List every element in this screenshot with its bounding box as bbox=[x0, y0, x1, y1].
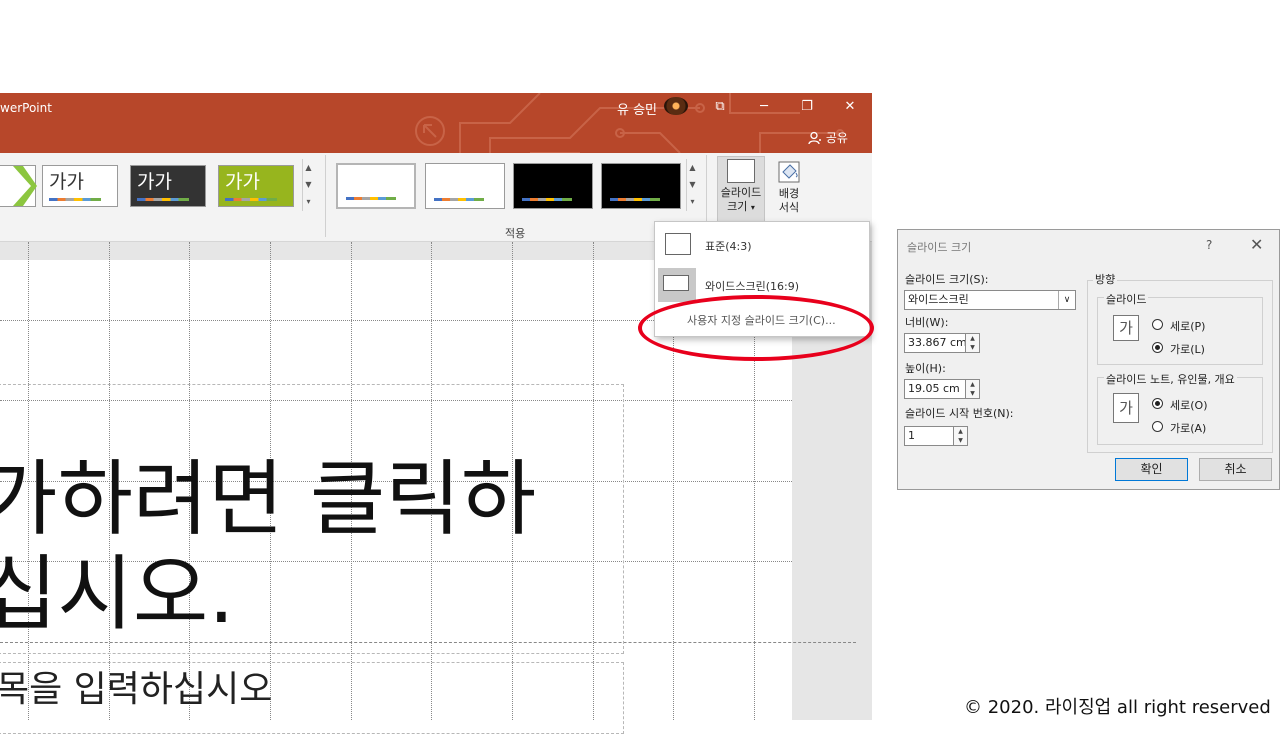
theme-thumbnail[interactable]: 가가 bbox=[130, 165, 206, 207]
landscape-orientation-icon: 가 bbox=[1113, 315, 1139, 341]
help-button[interactable]: ? bbox=[1206, 238, 1212, 252]
scroll-down-icon[interactable]: ▼ bbox=[303, 176, 314, 193]
share-button[interactable]: 공유 bbox=[808, 129, 848, 146]
variant-color-bars bbox=[610, 198, 660, 201]
notes-landscape-label[interactable]: 가로(A) bbox=[1170, 420, 1206, 436]
minimize-button[interactable]: ─ bbox=[744, 95, 784, 119]
user-name[interactable]: 유 승민 bbox=[617, 99, 657, 118]
ribbon-display-options-button[interactable]: ⧉ bbox=[700, 95, 740, 119]
theme-sample-text: 가가 bbox=[49, 171, 84, 193]
spin-down-icon[interactable]: ▼ bbox=[966, 343, 979, 352]
scroll-up-icon[interactable]: ▲ bbox=[303, 159, 314, 176]
start-number-input[interactable]: 1 bbox=[904, 426, 954, 446]
portrait-orientation-icon: 가 bbox=[1113, 393, 1139, 423]
menu-item-label: 와이드스크린(16:9) bbox=[705, 280, 800, 293]
spin-up-icon[interactable]: ▲ bbox=[966, 380, 979, 389]
spin-up-icon[interactable]: ▲ bbox=[954, 427, 967, 436]
slides-landscape-label[interactable]: 가로(L) bbox=[1170, 341, 1205, 357]
format-bg-label-2: 서식 bbox=[778, 201, 800, 214]
menu-item-standard[interactable]: 표준(4:3) bbox=[655, 224, 869, 264]
variant-color-bars bbox=[346, 197, 396, 200]
title-placeholder-text: 가하려면 클릭하 십시오. bbox=[0, 452, 536, 642]
slide-size-value: 와이드스크린 bbox=[908, 293, 969, 306]
notes-portrait-label[interactable]: 세로(O) bbox=[1170, 397, 1207, 413]
slide-size-dialog: 슬라이드 크기 ? ✕ 슬라이드 크기(S): 와이드스크린 ∨ 너비(W): … bbox=[897, 229, 1280, 490]
theme-sample-text: 가가 bbox=[137, 171, 172, 193]
ok-button[interactable]: 확인 bbox=[1115, 458, 1188, 481]
green-chevron-decoration bbox=[13, 166, 37, 206]
notes-group-label: 슬라이드 노트, 유인물, 개요 bbox=[1104, 371, 1237, 387]
height-spinner[interactable]: ▲ ▼ bbox=[966, 379, 980, 399]
slide-size-button[interactable]: 슬라이드 크기 ▾ bbox=[717, 156, 765, 222]
theme-color-bars bbox=[137, 198, 189, 201]
theme-thumbnail-partial[interactable] bbox=[0, 165, 37, 207]
height-input[interactable]: 19.05 cm bbox=[904, 379, 966, 399]
chevron-down-icon[interactable]: ∨ bbox=[1058, 291, 1075, 309]
format-background-button[interactable]: 배경 서식 bbox=[765, 156, 813, 222]
width-input[interactable]: 33.867 cm bbox=[904, 333, 966, 353]
slide-size-label-2: 크기 bbox=[727, 200, 748, 213]
width-spinner[interactable]: ▲ ▼ bbox=[966, 333, 980, 353]
widescreen-ratio-icon bbox=[663, 275, 689, 291]
menu-item-label: 표준(4:3) bbox=[705, 240, 752, 253]
app-title: werPoint bbox=[0, 101, 52, 115]
slides-portrait-label[interactable]: 세로(P) bbox=[1170, 318, 1205, 334]
variants-gallery-scroll[interactable]: ▲ ▼ ▾ bbox=[686, 159, 698, 211]
variants-group-label: 적용 bbox=[505, 227, 526, 240]
start-number-label: 슬라이드 시작 번호(N): bbox=[905, 407, 1014, 420]
notes-portrait-radio[interactable] bbox=[1152, 398, 1163, 409]
gallery-more-icon[interactable]: ▾ bbox=[687, 193, 698, 210]
width-label: 너비(W): bbox=[905, 316, 949, 329]
slide-size-select[interactable]: 와이드스크린 ∨ bbox=[904, 290, 1076, 310]
orientation-label: 방향 bbox=[1093, 271, 1118, 287]
variant-thumbnail[interactable] bbox=[425, 163, 505, 209]
size-label: 슬라이드 크기(S): bbox=[905, 273, 989, 286]
standard-ratio-icon bbox=[665, 233, 691, 255]
variant-thumbnail[interactable] bbox=[601, 163, 681, 209]
restore-button[interactable]: ❐ bbox=[787, 95, 827, 119]
notes-landscape-radio[interactable] bbox=[1152, 421, 1163, 432]
title-bar: werPoint 유 승민 ⧉ ─ ❐ ✕ 공유 bbox=[0, 93, 872, 153]
height-label: 높이(H): bbox=[905, 362, 946, 375]
variant-thumbnail[interactable] bbox=[513, 163, 593, 209]
themes-gallery-scroll[interactable]: ▲ ▼ ▾ bbox=[302, 159, 314, 211]
theme-sample-text: 가가 bbox=[225, 171, 260, 193]
slide-size-label: 슬라이드 bbox=[720, 186, 762, 199]
title-line-2: 십시오. bbox=[0, 547, 235, 642]
share-label: 공유 bbox=[825, 131, 848, 145]
variant-thumbnail[interactable] bbox=[336, 163, 416, 209]
slide-size-icon bbox=[727, 159, 755, 183]
scroll-up-icon[interactable]: ▲ bbox=[687, 159, 698, 176]
close-button[interactable]: ✕ bbox=[830, 95, 870, 119]
highlight-ellipse bbox=[638, 295, 874, 361]
copyright-text: © 2020. 라이징업 all right reserved bbox=[964, 697, 1271, 718]
variant-color-bars bbox=[434, 198, 484, 201]
dialog-title: 슬라이드 크기 bbox=[907, 241, 972, 254]
theme-thumbnail[interactable]: 가가 bbox=[218, 165, 294, 207]
spin-up-icon[interactable]: ▲ bbox=[966, 334, 979, 343]
scroll-down-icon[interactable]: ▼ bbox=[687, 176, 698, 193]
slides-portrait-radio[interactable] bbox=[1152, 319, 1163, 330]
theme-thumbnail[interactable]: 가가 bbox=[42, 165, 118, 207]
cancel-button[interactable]: 취소 bbox=[1199, 458, 1272, 481]
theme-color-bars bbox=[49, 198, 101, 201]
person-icon bbox=[808, 131, 821, 145]
gallery-more-icon[interactable]: ▾ bbox=[303, 193, 314, 210]
group-divider bbox=[325, 155, 326, 237]
avatar[interactable] bbox=[664, 97, 688, 115]
slides-landscape-radio[interactable] bbox=[1152, 342, 1163, 353]
subtitle-placeholder-text: 목을 입력하십시오 bbox=[0, 669, 273, 710]
start-number-spinner[interactable]: ▲ ▼ bbox=[954, 426, 968, 446]
slides-group-label: 슬라이드 bbox=[1104, 291, 1149, 307]
title-line-1: 가하려면 클릭하 bbox=[0, 452, 537, 547]
spin-down-icon[interactable]: ▼ bbox=[954, 436, 967, 445]
format-bg-label: 배경 bbox=[778, 187, 800, 200]
spin-down-icon[interactable]: ▼ bbox=[966, 389, 979, 398]
chevron-down-icon: ▾ bbox=[750, 203, 755, 212]
theme-color-bars bbox=[225, 198, 277, 201]
dialog-close-button[interactable]: ✕ bbox=[1250, 235, 1263, 254]
paint-bucket-icon bbox=[778, 161, 800, 183]
variant-color-bars bbox=[522, 198, 572, 201]
